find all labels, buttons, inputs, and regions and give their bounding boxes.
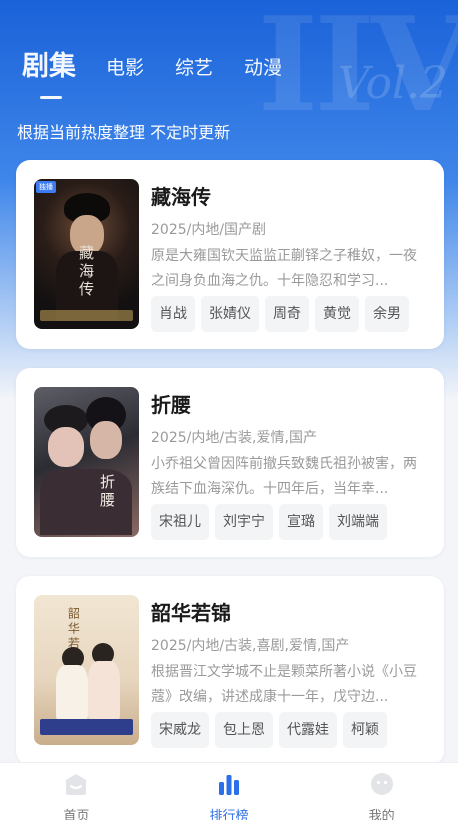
nav-home-label: 首页 <box>63 809 90 820</box>
cast-tag[interactable]: 张婧仪 <box>201 296 259 332</box>
drama-card[interactable]: 韶华若锦 韶华若锦 2025/内地/古装,喜剧,爱情,国产 根据晋江文学城不止是… <box>16 576 444 765</box>
drama-description: 原是大雍国钦天监监正蒯铎之子稚奴，一夜之间身负血海之仇。十年隐忍和学习... <box>151 248 417 289</box>
ranking-icon <box>216 771 242 801</box>
cast-tag[interactable]: 包上恩 <box>215 712 273 748</box>
nav-profile-label: 我的 <box>368 809 395 820</box>
poster-badge: 独播 <box>36 181 56 193</box>
poster-image: 折腰 <box>34 387 139 537</box>
tab-series[interactable]: 剧集 <box>22 44 76 99</box>
cast-tag[interactable]: 宋威龙 <box>151 712 209 748</box>
cast-tag[interactable]: 黄觉 <box>315 296 359 332</box>
cast-tag[interactable]: 余男 <box>365 296 409 332</box>
cast-tag[interactable]: 柯颖 <box>343 712 387 748</box>
cast-tag[interactable]: 肖战 <box>151 296 195 332</box>
drama-card[interactable]: 独播 藏海传 藏海传 2025/内地/国产剧 原是大雍国钦天监监正蒯铎之子稚奴，… <box>16 160 444 349</box>
cast-tag[interactable]: 刘端端 <box>329 504 387 540</box>
cast-tag[interactable]: 代露娃 <box>279 712 337 748</box>
tab-movies[interactable]: 电影 <box>106 53 144 90</box>
home-icon <box>63 771 89 801</box>
cast-list: 肖战 张婧仪 周奇 黄觉 余男 <box>151 296 409 332</box>
poster-title: 折腰 <box>98 474 116 510</box>
poster-image: 韶华若锦 <box>34 595 139 745</box>
cast-tag[interactable]: 宣璐 <box>279 504 323 540</box>
drama-description: 根据晋江文学城不止是颗菜所著小说《小豆蔻》改编，讲述成康十一年，戊守边... <box>151 664 417 705</box>
drama-description: 小乔祖父曾因阵前撤兵致魏氏祖孙被害，两族结下血海深仇。十四年后，当年幸... <box>151 456 417 497</box>
poster-title: 藏海传 <box>77 245 95 299</box>
cast-list: 宋威龙 包上恩 代露娃 柯颖 <box>151 712 387 748</box>
drama-meta: 2025/内地/国产剧 <box>151 222 267 238</box>
cast-tag[interactable]: 周奇 <box>265 296 309 332</box>
drama-title: 折腰 <box>151 393 191 417</box>
bottom-nav: 首页 排行榜 我的 <box>0 762 458 820</box>
cast-tag[interactable]: 刘宇宁 <box>215 504 273 540</box>
cast-tag[interactable]: 宋祖儿 <box>151 504 209 540</box>
poster-image: 独播 藏海传 <box>34 179 139 329</box>
profile-icon <box>369 771 395 801</box>
drama-title: 韶华若锦 <box>151 601 231 625</box>
nav-home[interactable]: 首页 <box>0 763 153 820</box>
header-watermark-script: Vol.2 <box>337 58 448 109</box>
drama-title: 藏海传 <box>151 185 211 209</box>
drama-meta: 2025/内地/古装,爱情,国产 <box>151 430 317 446</box>
update-note: 根据当前热度整理 不定时更新 <box>17 123 231 142</box>
nav-ranking-label: 排行榜 <box>209 809 249 820</box>
drama-meta: 2025/内地/古装,喜剧,爱情,国产 <box>151 638 350 654</box>
nav-profile[interactable]: 我的 <box>305 763 458 820</box>
drama-card[interactable]: 折腰 折腰 2025/内地/古装,爱情,国产 小乔祖父曾因阵前撤兵致魏氏祖孙被害… <box>16 368 444 557</box>
cast-list: 宋祖儿 刘宇宁 宣璐 刘端端 <box>151 504 387 540</box>
tab-anime[interactable]: 动漫 <box>244 53 282 90</box>
category-tabs: 剧集 电影 综艺 动漫 <box>22 40 313 99</box>
tab-variety[interactable]: 综艺 <box>175 53 213 90</box>
nav-ranking[interactable]: 排行榜 <box>153 763 306 820</box>
